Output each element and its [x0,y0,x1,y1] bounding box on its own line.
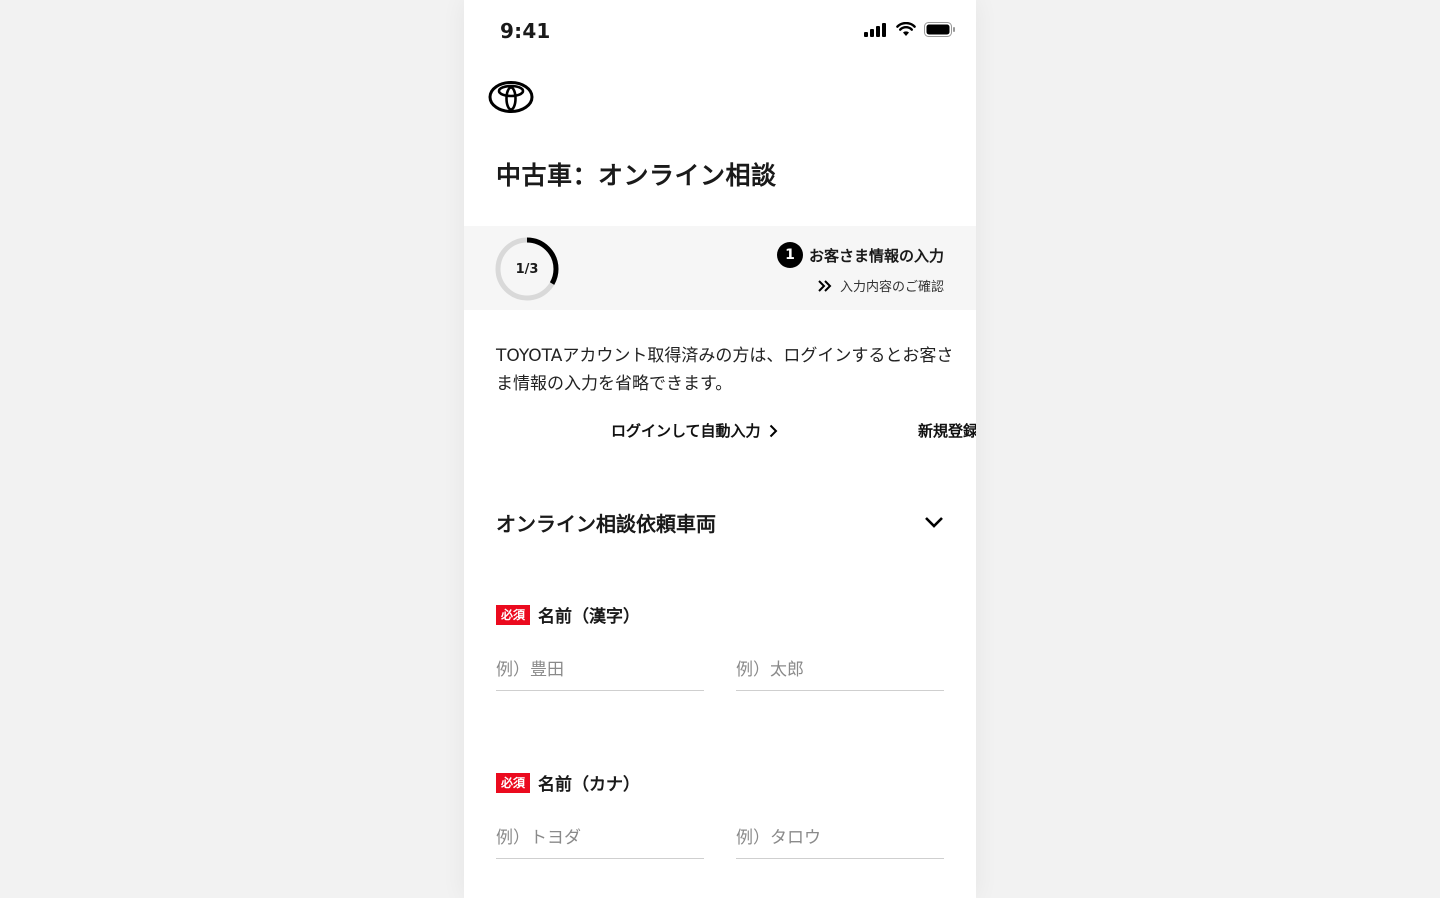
login-autofill-link[interactable]: ログインして自動入力 [611,420,778,441]
page-title: 中古車：オンライン相談 [496,161,777,190]
status-icons [864,22,956,37]
name-kanji-label-text: 名前（漢字） [538,607,641,627]
vehicle-accordion[interactable]: オンライン相談依頼車両 [496,505,944,539]
next-step: 入力内容のご確認 [818,276,944,295]
first-name-kana-input[interactable] [736,818,944,859]
first-name-kanji-input[interactable] [736,650,944,691]
chevron-down-icon [925,517,943,528]
step-number-badge: 1 [776,242,803,268]
last-name-kana-input[interactable] [496,818,704,859]
required-badge: 必須 [496,604,531,625]
name-kanji-label: 必須 名前（漢字） [496,602,640,627]
toyota-logo [488,81,534,113]
vehicle-section-title: オンライン相談依頼車両 [496,511,716,536]
progress-band: 1/3 1 お客さま情報の入力 入力内容のご確認 [464,226,976,310]
register-link[interactable]: 新規登録 [918,420,976,441]
double-chevron-right-icon [818,279,832,292]
current-step: 1 お客さま情報の入力 [776,242,944,268]
current-step-label: お客さま情報の入力 [808,246,944,265]
last-name-kanji-input[interactable] [496,650,704,691]
phone-screen: 9:41 中古車：オンライン相談 1/3 1 お客さま情報の入力 入力内容のご確… [464,0,976,898]
name-kana-label: 必須 名前（カナ） [496,770,640,795]
chevron-right-icon [769,424,777,437]
name-kana-label-text: 名前（カナ） [538,775,641,795]
cellular-signal-icon [864,22,886,37]
required-badge: 必須 [496,772,531,793]
intro-text: TOYOTAアカウント取得済みの方は、ログインするとお客さま情報の入力を省略でき… [496,346,954,394]
next-step-label: 入力内容のご確認 [839,280,944,295]
status-bar: 9:41 [464,0,976,64]
wifi-icon [896,22,916,36]
progress-fraction-label: 1/3 [515,261,539,277]
login-autofill-label: ログインして自動入力 [611,422,761,440]
battery-icon [924,22,955,37]
status-time: 9:41 [500,19,551,43]
